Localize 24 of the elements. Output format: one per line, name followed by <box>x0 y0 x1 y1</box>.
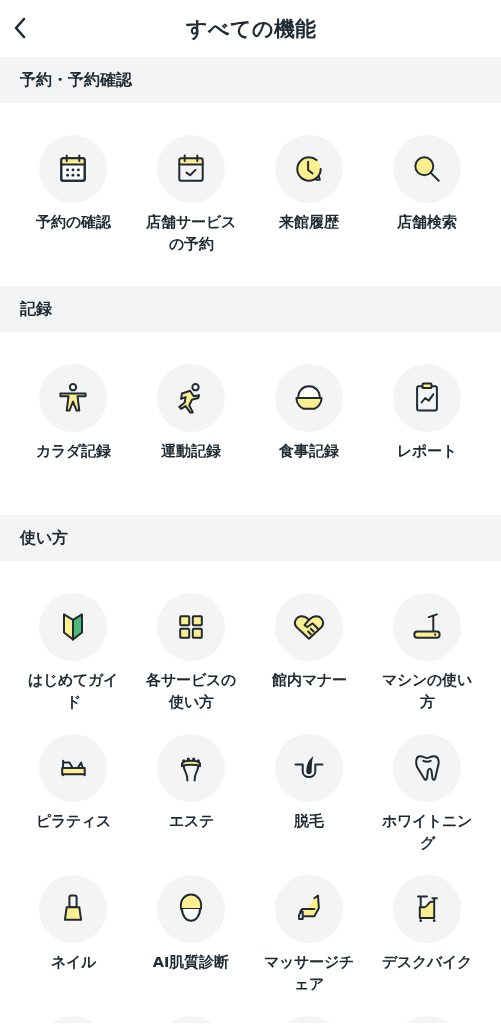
feature-label: ピラティス <box>35 812 111 831</box>
feature-label: 運動記録 <box>161 442 221 461</box>
feature-label: 店舗検索 <box>397 213 457 232</box>
feature-label: 予約の確認 <box>35 213 111 232</box>
feature-label: AI肌質診断 <box>152 953 230 972</box>
feature-label: カラダ記録 <box>35 442 111 461</box>
feature-label: デスクバイク <box>382 953 472 972</box>
feature-label: マシンの使い方 <box>382 671 472 712</box>
feature-label: マッサージチェア <box>264 953 354 994</box>
feature-label: エステ <box>168 812 214 831</box>
section-header: 記録 <box>0 286 501 332</box>
feature-label: 食事記録 <box>279 442 339 461</box>
feature-label: はじめてガイド <box>28 671 118 712</box>
feature-label: 各サービスの使い方 <box>146 671 236 712</box>
feature-label: レポート <box>397 442 457 461</box>
feature-label: 館内マナー <box>271 671 347 690</box>
feature-label: ネイル <box>50 953 96 972</box>
feature-label: 店舗サービスの予約 <box>146 213 236 254</box>
feature-label: 来館履歴 <box>279 213 339 232</box>
feature-label: ホワイトニング <box>382 812 472 853</box>
section-header: 使い方 <box>0 515 501 561</box>
page-title: すべての機能 <box>185 15 316 43</box>
section-header: 予約・予約確認 <box>0 57 501 103</box>
feature-label: 脱毛 <box>294 812 324 831</box>
